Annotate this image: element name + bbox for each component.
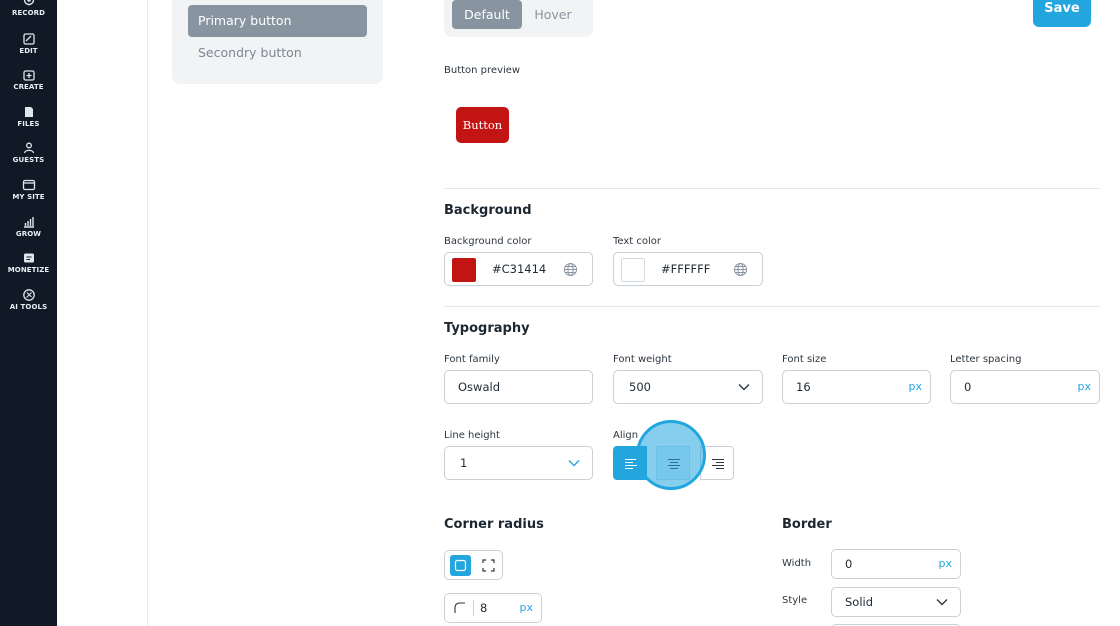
corner-radius-section-title: Corner radius (444, 517, 544, 532)
background-color-swatch[interactable] (452, 258, 476, 282)
font-size-value: 16 (796, 380, 811, 394)
tab-default[interactable]: Default (452, 0, 522, 29)
nav-item-guests[interactable]: GUESTS (0, 141, 57, 164)
align-label: Align (613, 430, 639, 441)
square-icon (454, 559, 467, 572)
my-site-icon (22, 179, 35, 191)
save-button[interactable]: Save (1033, 0, 1091, 27)
button-type-panel: Primary button Secondry button (172, 0, 383, 84)
typography-section-title: Typography (444, 321, 530, 336)
font-family-value: Oswald (458, 380, 500, 394)
text-color-label: Text color (613, 236, 662, 247)
background-color-value: #C31414 (492, 262, 547, 276)
border-width-field[interactable]: 0 px (831, 549, 961, 579)
create-icon (22, 70, 35, 81)
font-family-label: Font family (444, 354, 500, 365)
corner-radius-value: 8 (480, 601, 488, 615)
text-color-field[interactable]: #FFFFFF (613, 252, 763, 286)
nav-item-ai-tools[interactable]: AI TOOLS (0, 288, 57, 311)
state-toggle: Default Hover (444, 0, 593, 37)
border-section-title: Border (782, 517, 832, 532)
corner-radius-mode-toggle (444, 550, 503, 580)
letter-spacing-field[interactable]: 0 px (950, 370, 1100, 404)
font-weight-label: Font weight (613, 354, 672, 365)
nav-item-files[interactable]: FILES (0, 105, 57, 128)
border-style-value: Solid (845, 595, 874, 609)
corners-icon (482, 559, 495, 572)
nav-item-monetize[interactable]: MONETIZE (0, 251, 57, 274)
ai-tools-icon (22, 289, 35, 301)
font-weight-select[interactable]: 500 (613, 370, 763, 404)
border-width-value: 0 (845, 557, 853, 571)
nav-item-grow[interactable]: GROW (0, 215, 57, 238)
divider (444, 306, 1100, 307)
nav-label: MY SITE (12, 193, 45, 201)
individual-radius-button[interactable] (478, 555, 499, 576)
guests-icon (23, 142, 34, 154)
left-nav: RECORD EDIT CREATE FILES GUESTS MY SITE … (0, 0, 57, 626)
tab-hover[interactable]: Hover (524, 0, 582, 29)
grow-icon (23, 217, 34, 228)
nav-label: MONETIZE (7, 266, 50, 274)
line-height-select[interactable]: 1 (444, 446, 593, 480)
record-icon (23, 0, 34, 6)
nav-item-record[interactable]: RECORD (0, 0, 57, 17)
nav-label: RECORD (11, 9, 46, 17)
font-size-unit: px (908, 380, 923, 393)
letter-spacing-value: 0 (964, 380, 972, 394)
chevron-down-icon (936, 599, 948, 606)
button-preview-label: Button preview (444, 65, 521, 76)
chevron-down-icon (738, 384, 750, 391)
divider (444, 188, 1100, 189)
border-style-select[interactable]: Solid (831, 587, 961, 617)
corner-radius-icon (454, 602, 465, 613)
background-color-label: Background color (444, 236, 532, 247)
letter-spacing-label: Letter spacing (950, 354, 1022, 365)
nav-label: FILES (17, 120, 40, 128)
text-color-swatch[interactable] (621, 258, 645, 282)
nav-label: GUESTS (12, 156, 45, 164)
nav-label: GROW (15, 230, 42, 238)
nav-label: CREATE (13, 83, 44, 91)
font-family-field[interactable]: Oswald (444, 370, 593, 404)
nav-item-create[interactable]: CREATE (0, 68, 57, 91)
primary-button-option[interactable]: Primary button (188, 5, 367, 37)
secondary-sidebar (57, 0, 148, 626)
align-right-icon (712, 459, 724, 469)
corner-radius-field[interactable]: 8 px (444, 593, 542, 623)
font-weight-value: 500 (629, 380, 651, 394)
nav-label: AI TOOLS (9, 303, 48, 311)
files-icon (24, 107, 33, 117)
field-divider (473, 600, 474, 616)
nav-item-my-site[interactable]: MY SITE (0, 178, 57, 201)
border-width-unit: px (938, 557, 953, 570)
chevron-down-icon (568, 460, 580, 467)
click-highlight (636, 420, 706, 490)
font-size-label: Font size (782, 354, 827, 365)
line-height-label: Line height (444, 430, 500, 441)
uniform-radius-button[interactable] (450, 555, 471, 576)
button-preview: Button (456, 107, 509, 143)
font-size-field[interactable]: 16 px (782, 370, 931, 404)
edit-icon (22, 33, 35, 45)
background-color-field[interactable]: #C31414 (444, 252, 593, 286)
border-style-label: Style (782, 595, 808, 606)
nav-item-edit[interactable]: EDIT (0, 32, 57, 55)
monetize-icon (23, 253, 34, 263)
background-section-title: Background (444, 203, 532, 218)
corner-radius-unit: px (519, 601, 534, 614)
text-color-value: #FFFFFF (661, 262, 711, 276)
letter-spacing-unit: px (1077, 380, 1092, 393)
globe-icon[interactable] (733, 262, 748, 277)
line-height-value: 1 (460, 456, 468, 470)
border-width-label: Width (782, 558, 812, 569)
nav-label: EDIT (19, 47, 38, 55)
secondary-button-option[interactable]: Secondry button (188, 37, 367, 69)
globe-icon[interactable] (563, 262, 578, 277)
